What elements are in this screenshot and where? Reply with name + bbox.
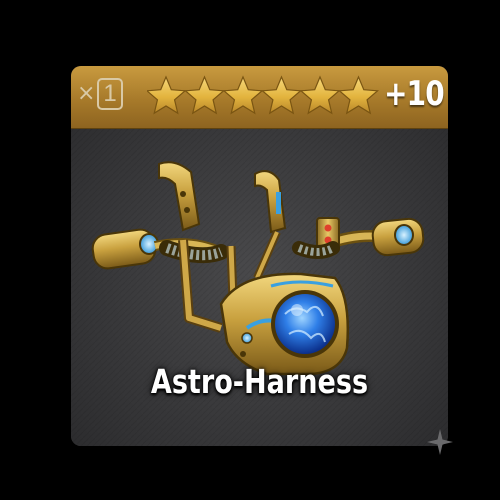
star-icon — [147, 75, 187, 115]
count-prefix: × — [77, 81, 96, 106]
spring-coil — [159, 240, 340, 264]
gear-card[interactable]: × 1 +10 Astro-Harness — [71, 66, 448, 446]
energy-orb — [271, 290, 339, 358]
right-thruster — [325, 217, 425, 257]
item-count: 1 — [97, 78, 123, 110]
item-name: Astro-Harness — [150, 362, 369, 401]
star-rating — [147, 75, 379, 115]
sparkle-icon — [427, 429, 453, 455]
center-prong — [254, 170, 287, 234]
card-header: × 1 +10 — [71, 66, 448, 129]
star-icon — [183, 75, 226, 115]
left-prong — [158, 161, 201, 232]
star-icon — [299, 75, 341, 115]
star-icon — [222, 75, 264, 115]
star-icon — [260, 75, 303, 115]
gear-level: +10 — [384, 74, 445, 114]
star-icon — [337, 75, 379, 115]
